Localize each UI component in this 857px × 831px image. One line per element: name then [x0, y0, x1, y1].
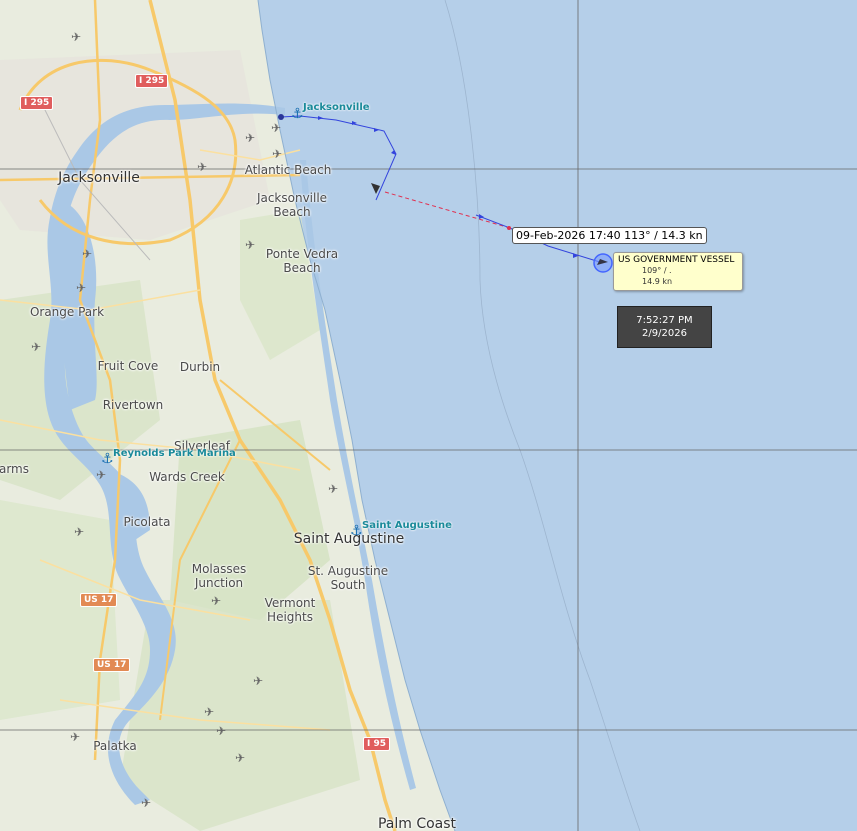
airport-icon: ✈ — [76, 281, 87, 295]
port-label[interactable]: Jacksonville — [303, 102, 370, 113]
place-label: Fruit Cove — [97, 359, 159, 373]
road-shield: US 17 — [93, 658, 131, 672]
place-label: Saint Augustine — [293, 531, 405, 547]
place-label: arms — [0, 462, 30, 476]
vessel-info-card[interactable]: US GOVERNMENT VESSEL 109° / . 14.9 kn — [613, 252, 743, 291]
place-label: Durbin — [179, 360, 221, 374]
place-label: Rivertown — [102, 398, 164, 412]
airport-icon: ✈ — [82, 247, 93, 261]
track-gap-dashed — [384, 191, 511, 229]
place-label: Palm Coast — [377, 816, 457, 831]
depth-contour — [444, 0, 641, 831]
road-shield: I 95 — [363, 737, 391, 751]
date-text: 2/9/2026 — [642, 328, 687, 339]
road-shield: I 295 — [20, 96, 54, 110]
anchor-icon[interactable]: ⚓ — [291, 107, 304, 121]
place-label: Vermont Heights — [264, 596, 316, 624]
airport-icon: ✈ — [272, 147, 283, 161]
airport-icon: ✈ — [96, 468, 107, 482]
map-base-layer — [0, 0, 857, 831]
airport-icon: ✈ — [71, 30, 82, 44]
airport-icon: ✈ — [216, 724, 227, 738]
anchor-icon[interactable]: ⚓ — [101, 452, 114, 466]
airport-icon: ✈ — [253, 674, 264, 688]
place-label: Wards Creek — [149, 470, 225, 484]
airport-icon: ✈ — [204, 705, 215, 719]
port-label[interactable]: Saint Augustine — [362, 520, 452, 531]
airport-icon: ✈ — [74, 525, 85, 539]
place-label: Jacksonville — [58, 170, 140, 186]
airport-icon: ✈ — [141, 796, 152, 810]
place-label: St. Augustine South — [307, 564, 389, 592]
place-label: Palatka — [93, 739, 137, 753]
airport-icon: ✈ — [271, 121, 282, 135]
time-text: 7:52:27 PM — [636, 315, 693, 326]
airport-icon: ✈ — [211, 594, 222, 608]
place-label: Ponte Vedra Beach — [265, 247, 339, 275]
place-label: Picolata — [123, 515, 171, 529]
anchor-icon[interactable]: ⚓ — [350, 524, 363, 538]
airport-icon: ✈ — [328, 482, 339, 496]
place-label: Jacksonville Beach — [256, 191, 328, 219]
road-shield: US 17 — [80, 593, 118, 607]
airport-icon: ✈ — [245, 238, 256, 252]
airport-icon: ✈ — [197, 160, 208, 174]
vessel-course: 109° / . — [642, 266, 672, 275]
place-label: Orange Park — [29, 305, 105, 319]
airport-icon: ✈ — [235, 751, 246, 765]
place-label: Atlantic Beach — [244, 163, 332, 177]
road-shield: I 295 — [135, 74, 169, 88]
place-label: Molasses Junction — [191, 562, 247, 590]
map-view[interactable]: Jacksonville Atlantic Beach Jacksonville… — [0, 0, 857, 831]
vessel-speed: 14.9 kn — [642, 277, 673, 286]
airport-icon: ✈ — [70, 730, 81, 744]
time-overlay: 7:52:27 PM 2/9/2026 — [617, 306, 712, 348]
track-start-point — [278, 114, 284, 120]
airport-icon: ✈ — [245, 131, 256, 145]
port-label[interactable]: Reynolds Park Marina — [113, 448, 236, 459]
airport-icon: ✈ — [31, 340, 42, 354]
vessel-name: US GOVERNMENT VESSEL — [618, 255, 735, 265]
track-position-label[interactable]: 09-Feb-2026 17:40 113° / 14.3 kn — [512, 227, 707, 244]
